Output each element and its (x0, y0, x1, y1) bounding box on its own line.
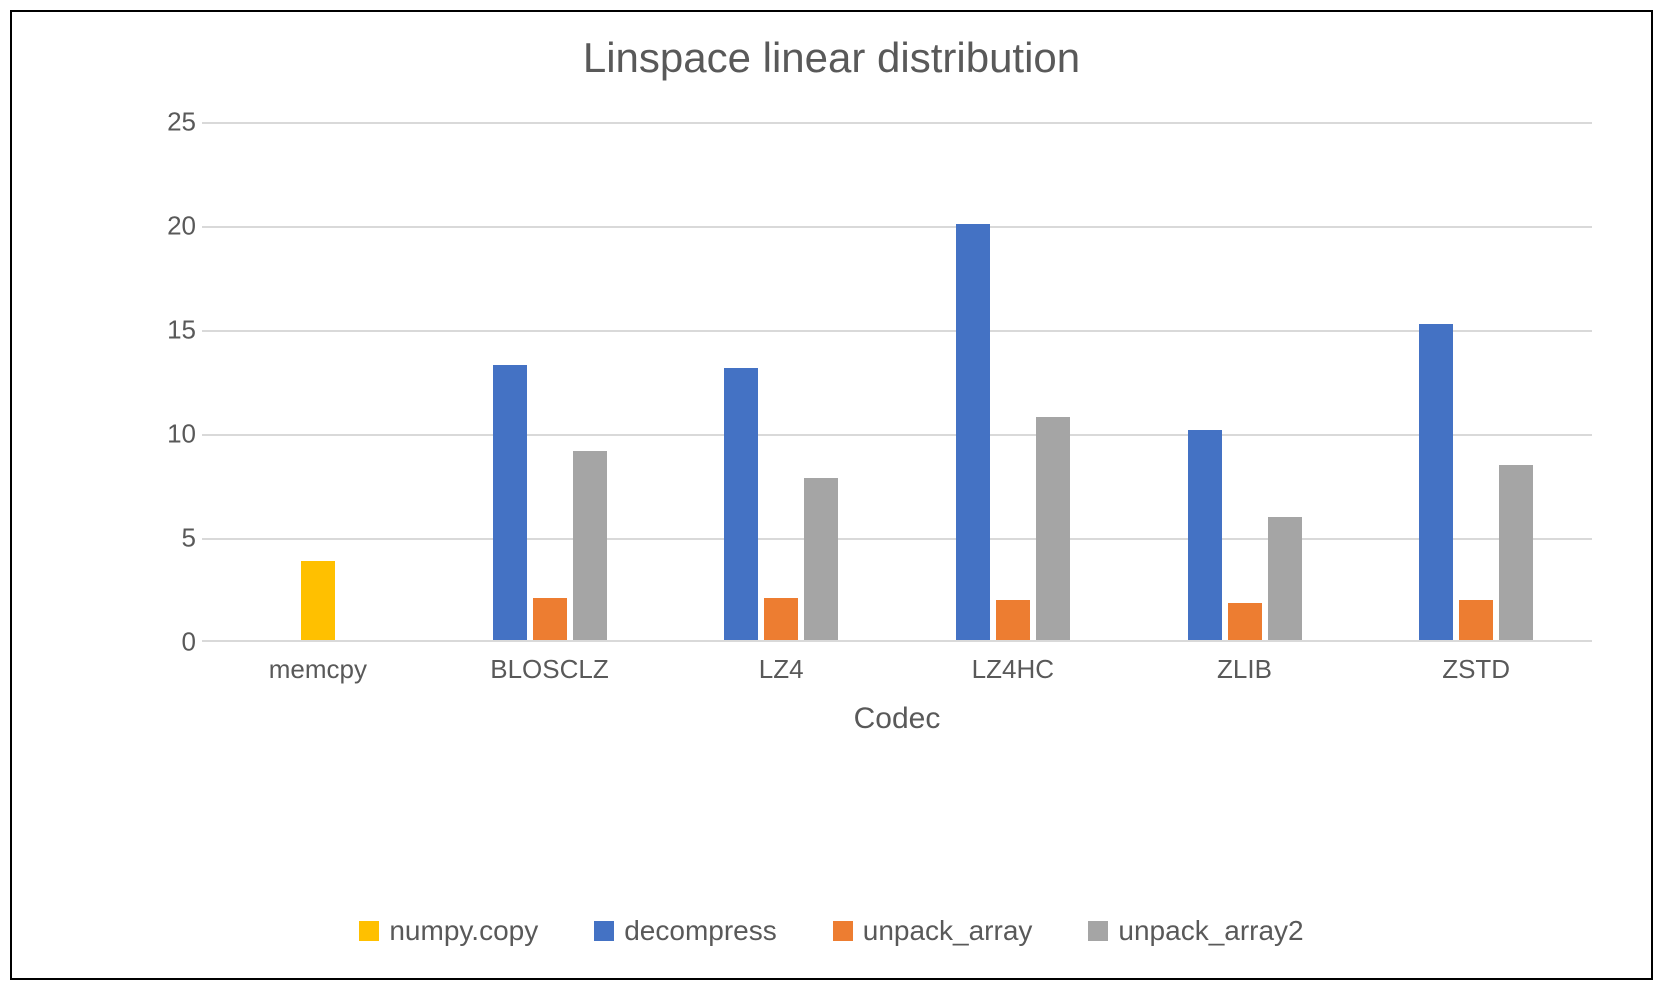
bar-unpack-array (1228, 603, 1262, 640)
bar-unpack-array2 (573, 451, 607, 640)
bar-numpy-copy (301, 561, 335, 640)
legend-item-unpack-array: unpack_array (833, 915, 1033, 947)
bar-unpack-array (764, 598, 798, 640)
bar-unpack-array (533, 598, 567, 640)
legend-swatch (594, 921, 614, 941)
legend-label: decompress (624, 915, 777, 947)
gridline (202, 226, 1592, 228)
chart-frame: Linspace linear distribution Speed (GB/s… (10, 10, 1653, 980)
x-axis-title: Codec (202, 702, 1592, 736)
y-tick-label: 20 (152, 211, 196, 242)
bar-decompress (1419, 324, 1453, 640)
bar-decompress (724, 368, 758, 640)
gridline (202, 330, 1592, 332)
y-tick-label: 0 (152, 627, 196, 658)
legend-swatch (359, 921, 379, 941)
x-tick-label: ZSTD (1360, 654, 1592, 685)
legend-label: unpack_array2 (1118, 915, 1303, 947)
legend-item-decompress: decompress (594, 915, 777, 947)
gridline (202, 538, 1592, 540)
gridline (202, 122, 1592, 124)
legend-item-unpack-array2: unpack_array2 (1088, 915, 1303, 947)
legend-item-numpy-copy: numpy.copy (359, 915, 538, 947)
bar-unpack-array2 (804, 478, 838, 640)
bar-unpack-array (1459, 600, 1493, 640)
gridline (202, 434, 1592, 436)
y-axis-title: Speed (GB/s) (44, 0, 84, 122)
plot-wrap: Codec 0510152025memcpyBLOSCLZLZ4LZ4HCZLI… (72, 122, 1592, 722)
bar-unpack-array2 (1036, 417, 1070, 640)
bar-unpack-array2 (1499, 465, 1533, 640)
bar-decompress (493, 365, 527, 640)
bar-unpack-array2 (1268, 517, 1302, 640)
legend-label: numpy.copy (389, 915, 538, 947)
legend-swatch (1088, 921, 1108, 941)
legend-swatch (833, 921, 853, 941)
chart-title: Linspace linear distribution (12, 34, 1651, 82)
bar-decompress (956, 224, 990, 640)
x-tick-label: LZ4 (665, 654, 897, 685)
legend-label: unpack_array (863, 915, 1033, 947)
legend: numpy.copy decompress unpack_array unpack_a… (12, 915, 1651, 948)
x-tick-label: memcpy (202, 654, 434, 685)
x-tick-label: ZLIB (1129, 654, 1361, 685)
x-tick-label: LZ4HC (897, 654, 1129, 685)
y-tick-label: 15 (152, 315, 196, 346)
plot-area (202, 122, 1592, 642)
y-tick-label: 25 (152, 107, 196, 138)
bar-unpack-array (996, 600, 1030, 640)
x-tick-label: BLOSCLZ (434, 654, 666, 685)
y-tick-label: 10 (152, 419, 196, 450)
y-tick-label: 5 (152, 523, 196, 554)
bar-decompress (1188, 430, 1222, 640)
